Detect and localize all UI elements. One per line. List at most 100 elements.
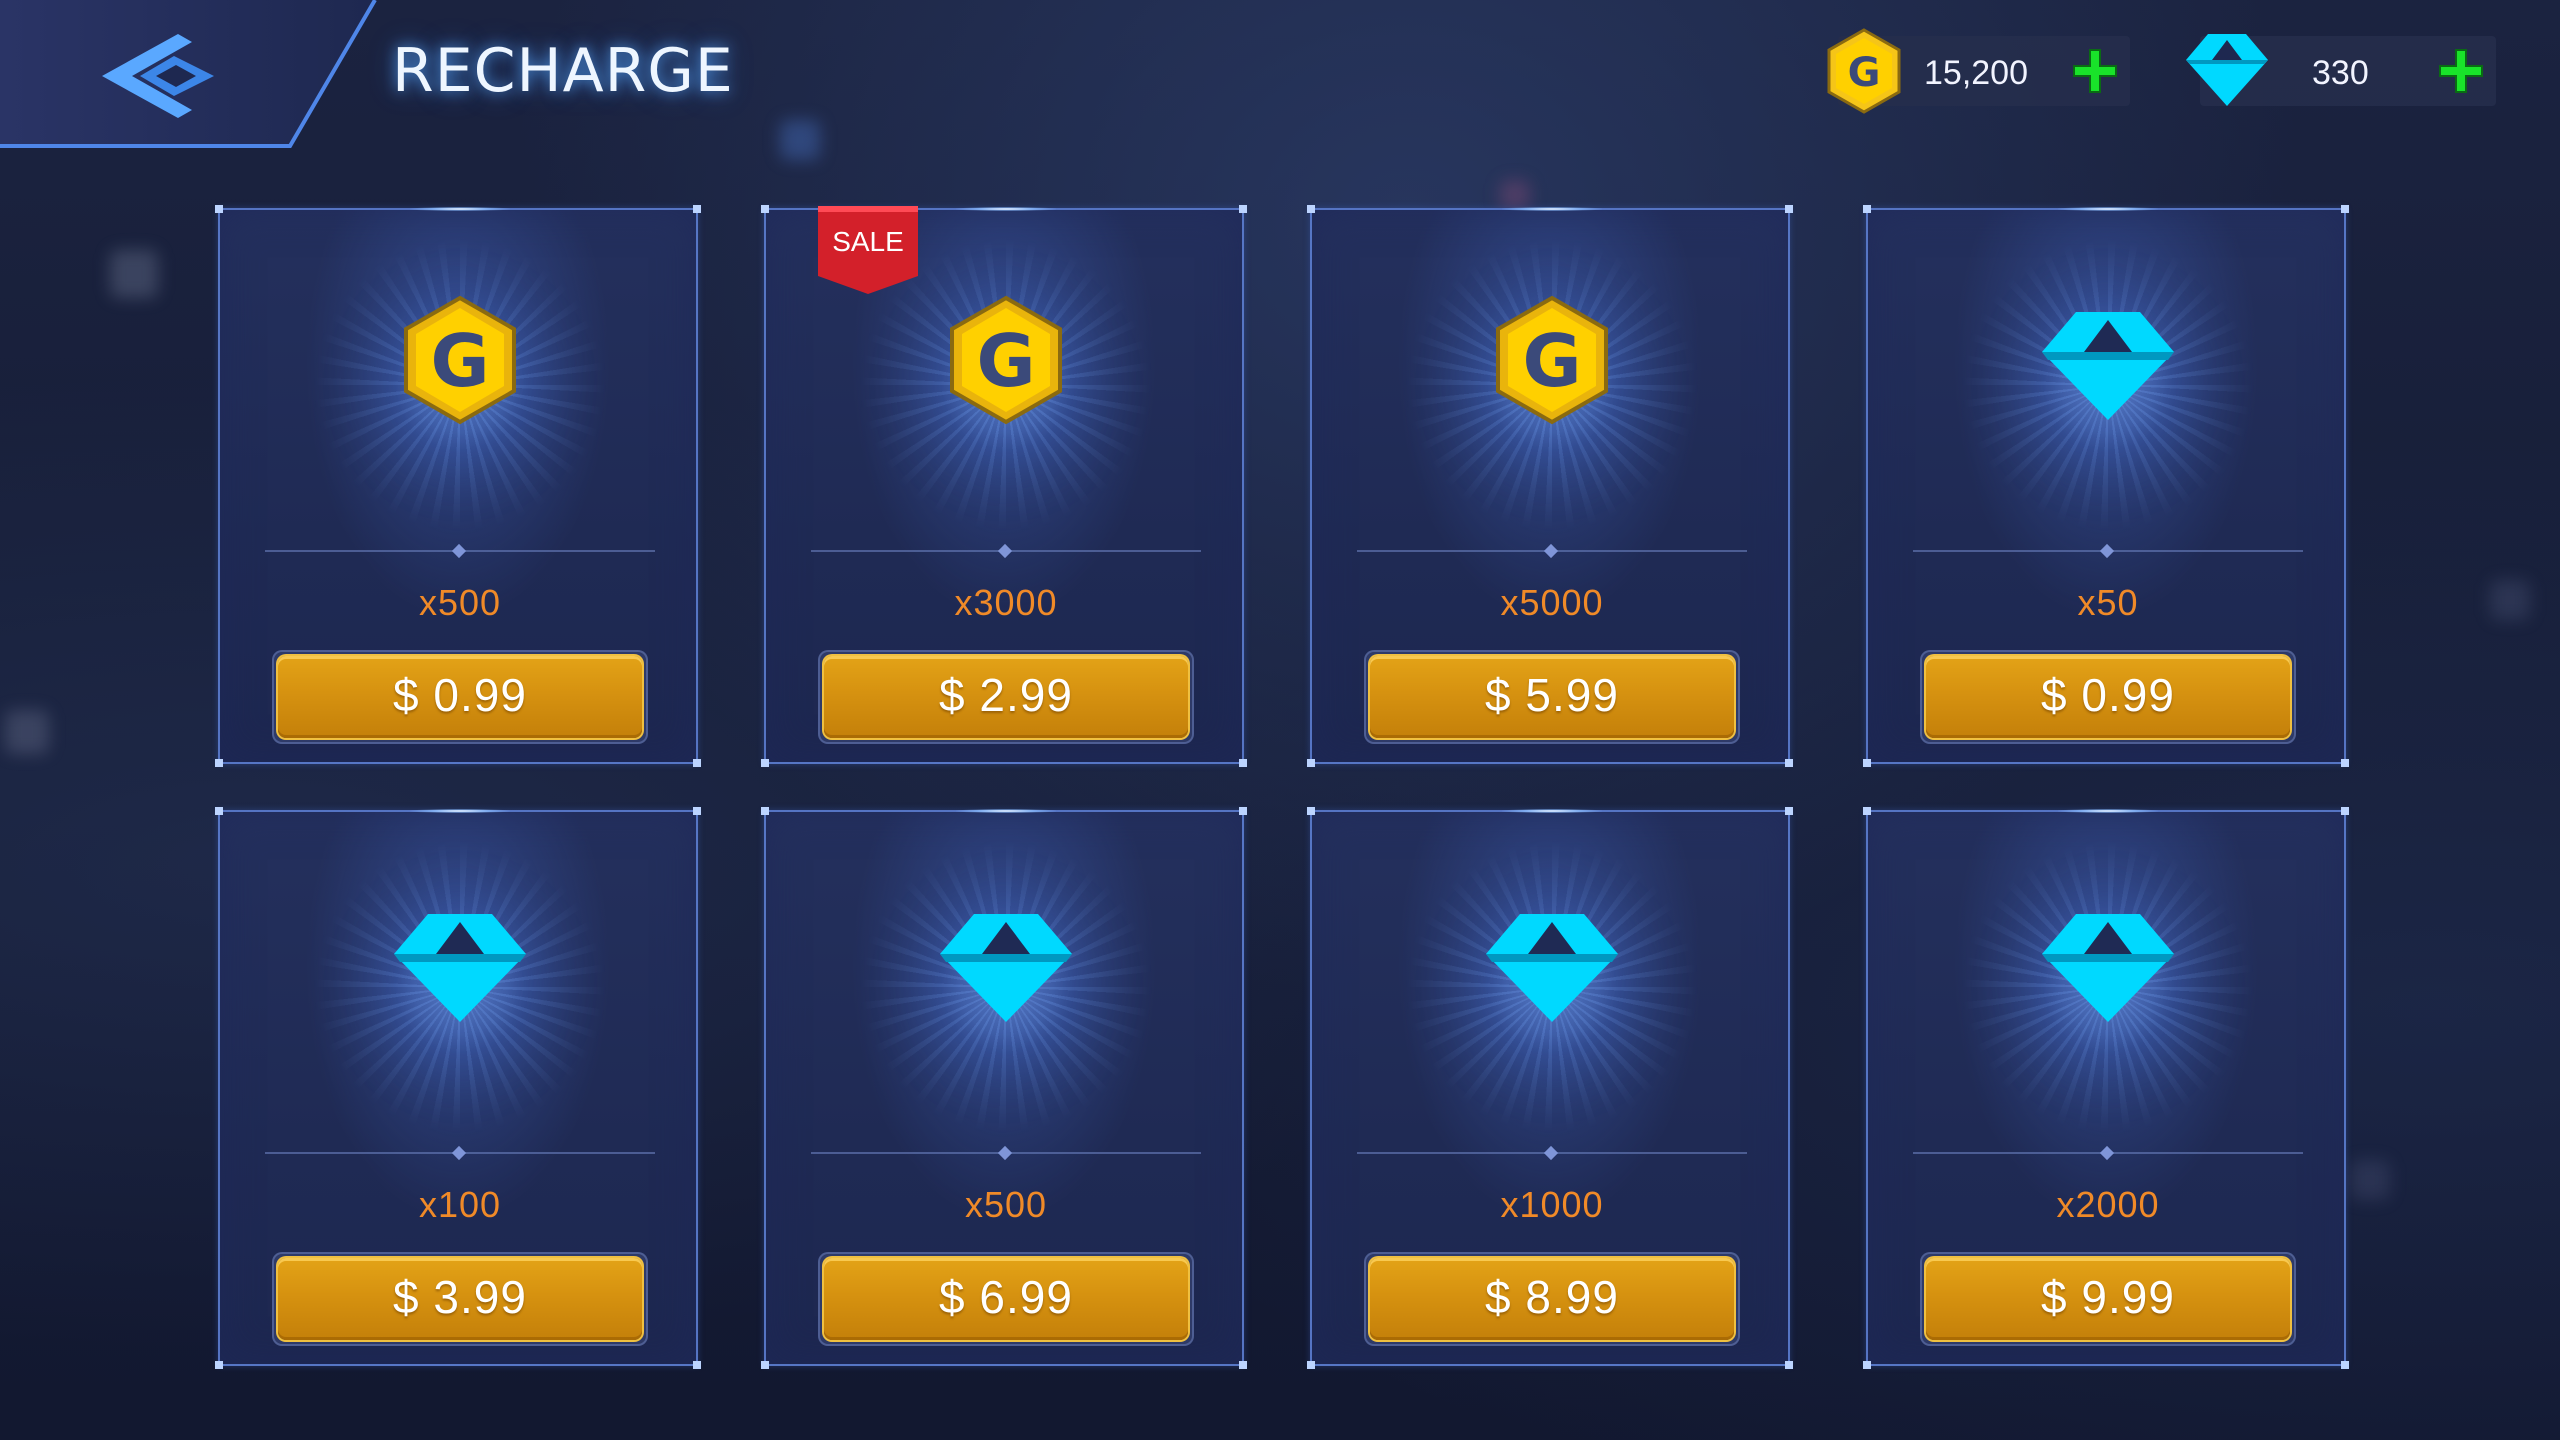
card-corner xyxy=(1785,1361,1793,1369)
price-button[interactable]: $ 0.99 xyxy=(1920,650,2296,744)
card-corner xyxy=(2341,759,2349,767)
diamond-icon xyxy=(2042,312,2174,420)
product-amount: x3000 xyxy=(954,582,1058,623)
price-button[interactable]: $ 8.99 xyxy=(1364,1252,1740,1346)
price-label: $ 3.99 xyxy=(393,1271,527,1323)
card-corner xyxy=(761,1361,769,1369)
diamond-icon-container xyxy=(390,892,530,1032)
card-corner xyxy=(1307,1361,1315,1369)
card-corner xyxy=(1863,807,1871,815)
sale-badge: SALE xyxy=(818,206,918,296)
product-amount: x5000 xyxy=(1500,582,1604,623)
gem-balance: 330 xyxy=(2186,34,2496,106)
product-card-gems-1000[interactable]: x1000 $ 8.99 xyxy=(1307,807,1793,1369)
back-button[interactable] xyxy=(80,20,230,130)
card-corner xyxy=(1863,205,1871,213)
card-top-glow xyxy=(1502,809,1602,813)
card-corner xyxy=(1863,759,1871,767)
card-corner xyxy=(215,807,223,815)
price-button[interactable]: $ 9.99 xyxy=(1920,1252,2296,1346)
card-corner xyxy=(2341,807,2349,815)
bokeh-light xyxy=(2490,580,2530,620)
product-card-gold-500[interactable]: G x500 $ 0.99 xyxy=(215,205,701,767)
product-amount: x100 xyxy=(418,1184,502,1225)
gem-balance-value: 330 xyxy=(2312,54,2369,92)
product-card-gems-50[interactable]: x50 $ 0.99 xyxy=(1863,205,2349,767)
diamond-icon-container xyxy=(2038,892,2178,1032)
card-corner xyxy=(693,205,701,213)
gold-balance-value: 15,200 xyxy=(1924,54,2028,92)
price-button[interactable]: $ 5.99 xyxy=(1364,650,1740,744)
card-corner xyxy=(1307,759,1315,767)
card-corner xyxy=(693,807,701,815)
product-amount: x500 xyxy=(418,582,502,623)
product-card-gems-2000[interactable]: x2000 $ 9.99 xyxy=(1863,807,2349,1369)
svg-text:G: G xyxy=(1848,50,1881,96)
card-corner xyxy=(1785,759,1793,767)
card-corner xyxy=(1307,205,1315,213)
card-corner xyxy=(761,205,769,213)
card-corner xyxy=(215,759,223,767)
bokeh-light xyxy=(5,710,49,754)
gold-coin-icon-container: G xyxy=(936,290,1076,430)
product-amount: x500 xyxy=(964,1184,1048,1225)
card-corner xyxy=(761,759,769,767)
back-arrow-icon xyxy=(102,34,214,118)
svg-text:G: G xyxy=(430,319,489,403)
diamond-icon xyxy=(394,914,526,1022)
diamond-icon-container xyxy=(936,892,1076,1032)
gold-coin-icon: G xyxy=(1496,295,1608,425)
card-corner xyxy=(1785,205,1793,213)
price-button[interactable]: $ 6.99 xyxy=(818,1252,1194,1346)
gold-coin-icon-container: G xyxy=(1482,290,1622,430)
card-top-glow xyxy=(956,207,1056,211)
bokeh-light xyxy=(780,120,820,160)
product-card-gold-3000[interactable]: G x3000 $ 2.99 SALE xyxy=(761,205,1247,767)
card-corner xyxy=(1239,205,1247,213)
product-amount: x50 xyxy=(2077,582,2139,623)
price-label: $ 9.99 xyxy=(2041,1271,2175,1323)
gold-coin-icon: G xyxy=(1827,28,1901,114)
sale-badge-label: SALE xyxy=(832,226,904,257)
product-card-gems-500[interactable]: x500 $ 6.99 xyxy=(761,807,1247,1369)
card-top-glow xyxy=(2058,809,2158,813)
card-corner xyxy=(215,205,223,213)
svg-text:G: G xyxy=(976,319,1035,403)
diamond-icon-container xyxy=(1482,892,1622,1032)
product-card-gold-5000[interactable]: G x5000 $ 5.99 xyxy=(1307,205,1793,767)
card-corner xyxy=(2341,1361,2349,1369)
card-corner xyxy=(215,1361,223,1369)
product-amount: x1000 xyxy=(1500,1184,1604,1225)
card-top-glow xyxy=(410,207,510,211)
diamond-icon xyxy=(2186,34,2268,106)
bokeh-light xyxy=(2350,1160,2390,1200)
product-card-gems-100[interactable]: x100 $ 3.99 xyxy=(215,807,701,1369)
gold-coin-icon-container: G xyxy=(390,290,530,430)
gold-coin-icon: G xyxy=(950,295,1062,425)
price-button[interactable]: $ 2.99 xyxy=(818,650,1194,744)
add-gold-button[interactable] xyxy=(2070,46,2120,96)
bokeh-light xyxy=(1500,180,1530,210)
card-corner xyxy=(1307,807,1315,815)
add-gems-button[interactable] xyxy=(2436,46,2486,96)
card-corner xyxy=(1863,1361,1871,1369)
price-label: $ 0.99 xyxy=(2041,669,2175,721)
card-corner xyxy=(693,759,701,767)
card-top-glow xyxy=(410,809,510,813)
card-corner xyxy=(761,807,769,815)
price-label: $ 5.99 xyxy=(1485,669,1619,721)
svg-text:G: G xyxy=(1522,319,1581,403)
diamond-icon-container xyxy=(2038,290,2178,430)
price-button[interactable]: $ 3.99 xyxy=(272,1252,648,1346)
page-title: RECHARGE xyxy=(392,36,734,106)
card-top-glow xyxy=(956,809,1056,813)
price-button[interactable]: $ 0.99 xyxy=(272,650,648,744)
price-label: $ 0.99 xyxy=(393,669,527,721)
card-top-glow xyxy=(2058,207,2158,211)
gold-coin-icon: G xyxy=(404,295,516,425)
card-corner xyxy=(1239,759,1247,767)
bokeh-light xyxy=(110,250,158,298)
price-label: $ 2.99 xyxy=(939,669,1073,721)
product-amount: x2000 xyxy=(2056,1184,2160,1225)
price-label: $ 6.99 xyxy=(939,1271,1073,1323)
